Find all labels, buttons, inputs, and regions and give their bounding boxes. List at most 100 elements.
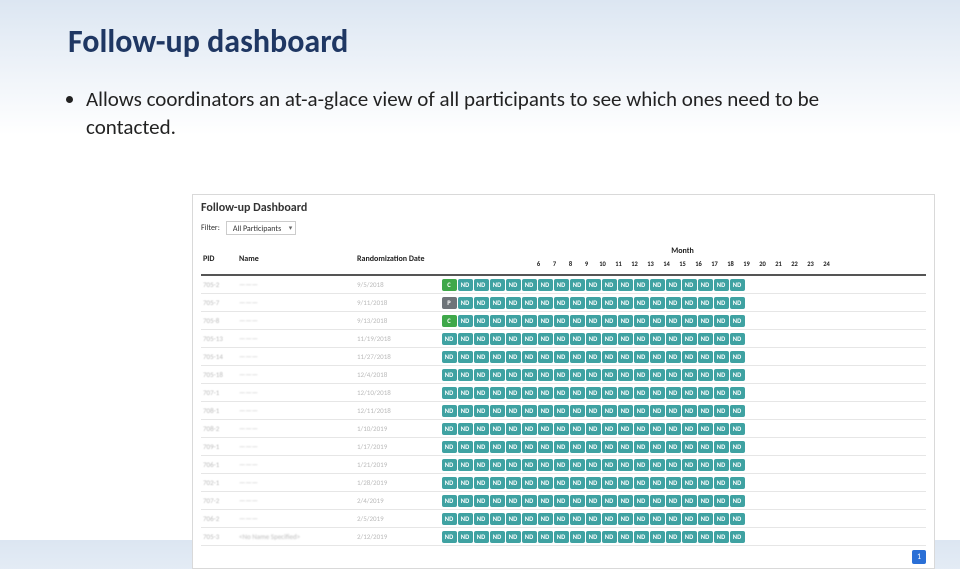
status-cell[interactable]: ND: [682, 513, 697, 525]
table-row[interactable]: 709-1———1/17/2019NDNDNDNDNDNDNDNDNDNDNDN…: [201, 438, 926, 456]
status-cell[interactable]: ND: [474, 513, 489, 525]
table-row[interactable]: 705-7———9/11/2018PNDNDNDNDNDNDNDNDNDNDND…: [201, 294, 926, 312]
page-button-1[interactable]: 1: [912, 550, 926, 564]
status-cell[interactable]: ND: [602, 495, 617, 507]
status-cell[interactable]: ND: [554, 297, 569, 309]
status-cell[interactable]: ND: [506, 423, 521, 435]
status-cell[interactable]: ND: [682, 477, 697, 489]
status-cell[interactable]: ND: [618, 387, 633, 399]
status-cell[interactable]: ND: [490, 531, 505, 543]
status-cell[interactable]: ND: [538, 423, 553, 435]
status-cell[interactable]: ND: [618, 405, 633, 417]
status-cell[interactable]: ND: [538, 531, 553, 543]
status-cell[interactable]: ND: [586, 441, 601, 453]
status-cell[interactable]: ND: [586, 351, 601, 363]
status-cell[interactable]: ND: [586, 423, 601, 435]
status-cell[interactable]: ND: [682, 369, 697, 381]
status-cell[interactable]: ND: [586, 387, 601, 399]
table-row[interactable]: 708-2———1/10/2019NDNDNDNDNDNDNDNDNDNDNDN…: [201, 420, 926, 438]
status-cell[interactable]: ND: [682, 441, 697, 453]
status-cell[interactable]: ND: [570, 531, 585, 543]
status-cell[interactable]: ND: [554, 423, 569, 435]
status-cell[interactable]: ND: [538, 297, 553, 309]
status-cell[interactable]: ND: [554, 513, 569, 525]
status-cell[interactable]: ND: [458, 513, 473, 525]
status-cell[interactable]: ND: [538, 405, 553, 417]
status-cell[interactable]: ND: [506, 531, 521, 543]
status-cell[interactable]: ND: [506, 369, 521, 381]
status-cell[interactable]: ND: [474, 315, 489, 327]
status-cell[interactable]: ND: [682, 405, 697, 417]
status-cell[interactable]: ND: [506, 405, 521, 417]
status-cell[interactable]: ND: [666, 387, 681, 399]
status-cell[interactable]: ND: [506, 513, 521, 525]
status-cell[interactable]: ND: [538, 351, 553, 363]
status-cell[interactable]: ND: [522, 441, 537, 453]
status-cell[interactable]: ND: [634, 405, 649, 417]
status-cell[interactable]: ND: [586, 495, 601, 507]
status-cell[interactable]: ND: [602, 441, 617, 453]
status-cell[interactable]: ND: [602, 279, 617, 291]
status-cell[interactable]: ND: [586, 369, 601, 381]
status-cell[interactable]: ND: [618, 351, 633, 363]
status-cell[interactable]: ND: [698, 459, 713, 471]
status-cell[interactable]: ND: [570, 477, 585, 489]
status-cell[interactable]: ND: [666, 513, 681, 525]
filter-select[interactable]: All Participants: [226, 221, 296, 235]
status-cell[interactable]: ND: [730, 387, 745, 399]
status-cell[interactable]: ND: [490, 423, 505, 435]
status-cell[interactable]: ND: [650, 333, 665, 345]
status-cell[interactable]: ND: [602, 387, 617, 399]
status-cell[interactable]: ND: [506, 315, 521, 327]
status-cell[interactable]: ND: [602, 459, 617, 471]
status-cell[interactable]: ND: [570, 495, 585, 507]
status-cell[interactable]: ND: [506, 477, 521, 489]
status-cell[interactable]: ND: [634, 441, 649, 453]
status-cell[interactable]: ND: [698, 297, 713, 309]
status-cell[interactable]: ND: [586, 477, 601, 489]
status-cell[interactable]: ND: [698, 513, 713, 525]
status-cell[interactable]: ND: [698, 369, 713, 381]
status-cell[interactable]: ND: [602, 351, 617, 363]
status-cell[interactable]: ND: [506, 459, 521, 471]
status-cell[interactable]: ND: [698, 315, 713, 327]
status-cell[interactable]: ND: [730, 405, 745, 417]
status-cell[interactable]: ND: [602, 333, 617, 345]
status-cell[interactable]: ND: [474, 387, 489, 399]
status-cell[interactable]: ND: [698, 531, 713, 543]
status-cell[interactable]: ND: [458, 297, 473, 309]
status-cell[interactable]: ND: [586, 513, 601, 525]
status-cell[interactable]: ND: [730, 477, 745, 489]
status-cell[interactable]: ND: [682, 387, 697, 399]
status-cell[interactable]: ND: [442, 369, 457, 381]
status-cell[interactable]: ND: [554, 387, 569, 399]
status-cell[interactable]: ND: [506, 297, 521, 309]
status-cell[interactable]: ND: [570, 513, 585, 525]
status-cell[interactable]: ND: [618, 477, 633, 489]
status-cell[interactable]: ND: [650, 405, 665, 417]
status-cell[interactable]: ND: [474, 531, 489, 543]
status-cell[interactable]: ND: [730, 423, 745, 435]
status-cell[interactable]: ND: [522, 297, 537, 309]
status-cell[interactable]: ND: [554, 477, 569, 489]
status-cell[interactable]: ND: [442, 387, 457, 399]
status-cell[interactable]: ND: [698, 387, 713, 399]
status-cell[interactable]: ND: [730, 441, 745, 453]
status-cell[interactable]: ND: [570, 459, 585, 471]
status-cell[interactable]: ND: [730, 459, 745, 471]
status-cell[interactable]: ND: [522, 369, 537, 381]
status-cell[interactable]: ND: [442, 477, 457, 489]
table-row[interactable]: 707-1———12/10/2018NDNDNDNDNDNDNDNDNDNDND…: [201, 384, 926, 402]
status-cell[interactable]: ND: [634, 315, 649, 327]
status-cell[interactable]: ND: [442, 531, 457, 543]
status-cell[interactable]: ND: [634, 297, 649, 309]
status-cell[interactable]: ND: [474, 351, 489, 363]
status-cell[interactable]: ND: [650, 531, 665, 543]
status-cell[interactable]: ND: [666, 369, 681, 381]
status-cell[interactable]: ND: [730, 333, 745, 345]
status-cell[interactable]: ND: [586, 459, 601, 471]
status-cell[interactable]: ND: [634, 279, 649, 291]
status-cell[interactable]: ND: [442, 513, 457, 525]
status-cell[interactable]: ND: [650, 279, 665, 291]
status-cell[interactable]: ND: [522, 351, 537, 363]
